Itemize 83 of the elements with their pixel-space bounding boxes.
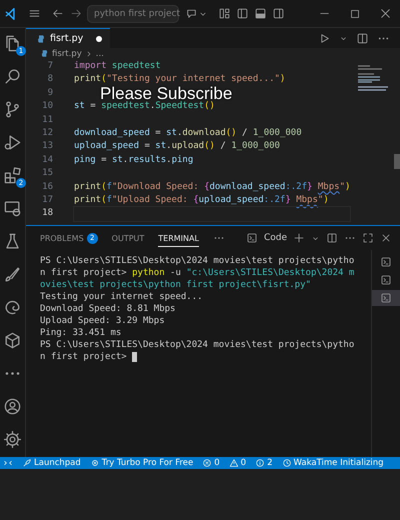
rocket-icon (22, 458, 32, 468)
close-icon[interactable] (379, 7, 392, 20)
panel-tab[interactable]: OUTPUT (112, 230, 144, 246)
error-icon (202, 458, 212, 468)
bottom-panel-icon[interactable] (254, 7, 267, 20)
split-editor-icon[interactable] (356, 32, 369, 44)
terminal-instance[interactable] (372, 290, 400, 306)
terminal-line: Download Speed: 8.81 Mbps (40, 303, 176, 315)
status-item[interactable]: WakaTime Initializing (282, 458, 384, 468)
line-number: 11 (41, 114, 54, 127)
account-icon[interactable] (3, 397, 22, 416)
code-line: print("Testing your internet speed...") (74, 73, 286, 86)
line-number: 7 (46, 60, 54, 73)
status-item[interactable]: Try Turbo Pro For Free (90, 458, 194, 468)
line-number: 15 (41, 167, 54, 180)
terminal-line: Testing your internet speed... (40, 291, 203, 303)
scrollbar[interactable] (394, 154, 400, 169)
blocks-icon[interactable] (3, 166, 22, 185)
line-number: 18 (41, 207, 54, 220)
maximize-icon[interactable] (362, 232, 374, 244)
terminal-name[interactable]: Code (264, 233, 287, 243)
status-item[interactable]: 2 (255, 458, 273, 468)
back-arrow-icon[interactable] (51, 7, 64, 20)
search-field[interactable]: python first project (87, 4, 179, 22)
panel-tab[interactable]: TERMINAL (158, 230, 199, 246)
settings-icon[interactable] (3, 430, 22, 449)
code-line: ping = st.results.ping (74, 154, 194, 167)
python-file-icon (40, 49, 49, 58)
play-bug-icon[interactable] (3, 133, 22, 152)
swirl-icon[interactable] (3, 298, 22, 317)
line-number: 14 (41, 154, 54, 167)
line-number: 17 (41, 194, 54, 207)
maximize-icon[interactable] (349, 8, 361, 20)
status-item[interactable]: 0 (202, 458, 220, 468)
layout-icon[interactable] (218, 7, 231, 20)
close-icon[interactable] (380, 232, 392, 244)
code-line: download_speed = st.download() / 1_000_000 (74, 126, 302, 140)
code-line: print(f"Download Speed: {download_speed:.2f} Mbps") (74, 180, 350, 194)
terminal-line: ovies\test projects\python first project\fisrt.py" (40, 279, 311, 291)
terminal-icon (380, 274, 392, 286)
terminal-icon (380, 256, 392, 268)
right-sidebar-icon[interactable] (272, 7, 285, 20)
line-number: 8 (46, 73, 54, 86)
cube-icon[interactable] (3, 331, 22, 350)
info-icon (255, 458, 266, 468)
terminal-line: n first project> python -u "c:\Users\STILES\Desktop\2024 m (40, 267, 354, 279)
terminal-line: PS C:\Users\STILES\Desktop\2024 movies\test projects\pytho (40, 255, 354, 267)
terminal-icon (380, 292, 392, 304)
remote-button[interactable] (3, 458, 13, 468)
left-sidebar-icon[interactable] (236, 7, 249, 20)
forward-arrow-icon[interactable] (70, 7, 83, 20)
text-cursor (132, 352, 138, 362)
code-line: upload_speed = st.upload() / 1_000_000 (74, 140, 280, 154)
terminal-line: Ping: 33.451 ms (40, 327, 122, 339)
brush-icon[interactable] (3, 265, 22, 284)
remote-icon (3, 458, 13, 468)
code-line: import speedtest (74, 60, 161, 73)
terminal-line: PS C:\Users\STILES\Desktop\2024 movies\test projects\pytho (40, 339, 354, 351)
file-tab[interactable]: fisrt.py (26, 28, 110, 48)
status-item[interactable]: 0 (228, 458, 246, 468)
clock-icon (282, 458, 292, 468)
line-number: 12 (41, 126, 54, 140)
plus-icon[interactable] (293, 232, 305, 244)
branch-icon[interactable] (3, 100, 22, 119)
chat-icon[interactable] (185, 7, 198, 20)
line-number: 9 (46, 86, 54, 100)
breadcrumb-item[interactable]: ... (96, 48, 104, 58)
terminal-icon (246, 232, 258, 244)
line-number: 13 (41, 140, 54, 154)
line-number: 10 (41, 100, 54, 114)
breadcrumb-item[interactable]: fisrt.py (52, 48, 82, 58)
python-file-icon (36, 34, 46, 44)
code-line: st = speedtest.Speedtest() (74, 100, 215, 114)
code-line: print(f"Upload Speed: {upload_speed:.2f} Mbps") (74, 194, 329, 207)
line-number: 16 (41, 180, 54, 194)
monitor-icon[interactable] (3, 199, 22, 218)
search-icon[interactable] (3, 67, 22, 86)
split-icon[interactable] (326, 232, 338, 244)
warning-icon (228, 458, 239, 468)
status-item[interactable]: Launchpad (22, 458, 81, 468)
caption-text: Please Subscribe (100, 87, 232, 100)
terminal-line: n first project> (40, 351, 128, 363)
terminal-line: Upload Speed: 3.29 Mbps (40, 315, 165, 327)
